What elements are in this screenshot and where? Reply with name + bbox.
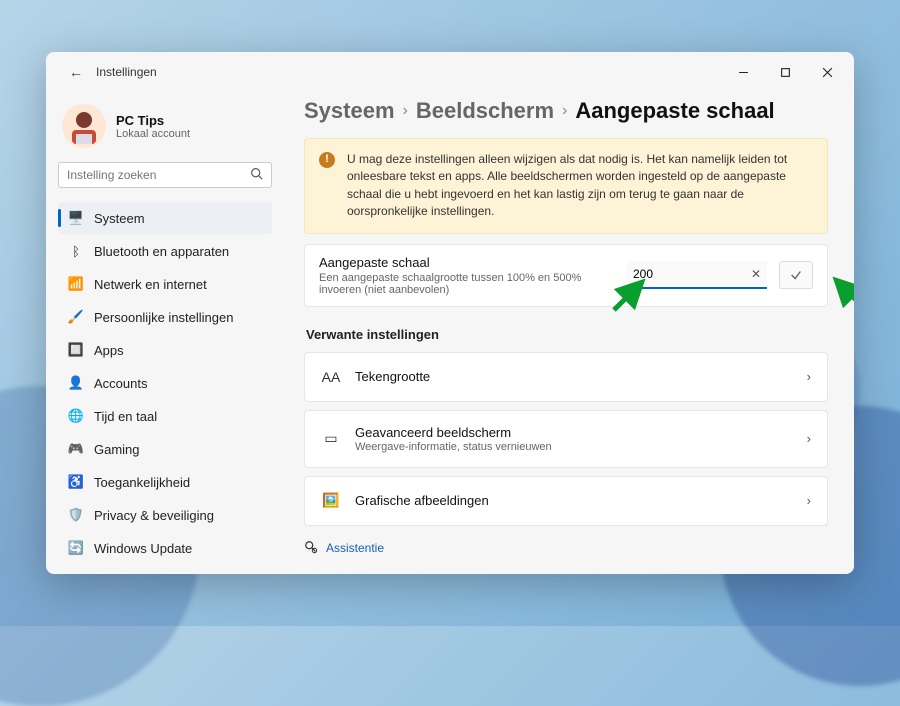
row-title: Tekengrootte (355, 369, 430, 384)
nav-item-10[interactable]: 🔄 Windows Update (58, 532, 272, 564)
clear-icon[interactable]: ✕ (751, 267, 761, 281)
window-title: Instellingen (96, 65, 157, 79)
nav-icon: ᛒ (68, 243, 84, 259)
nav-label: Netwerk en internet (94, 277, 207, 292)
minimize-button[interactable] (722, 56, 764, 88)
nav-icon: 🖥️ (68, 210, 84, 226)
scale-input[interactable] (627, 261, 767, 289)
row-title: Grafische afbeeldingen (355, 493, 489, 508)
chevron-right-icon: › (562, 102, 567, 120)
custom-scale-card: Aangepaste schaal Een aangepaste schaalg… (304, 244, 828, 307)
nav-icon: 🎮 (68, 441, 84, 457)
help-label: Assistentie (326, 541, 384, 555)
nav-item-3[interactable]: 🖌️ Persoonlijke instellingen (58, 301, 272, 333)
warning-text: U mag deze instellingen alleen wijzigen … (347, 151, 813, 221)
confirm-button[interactable] (779, 261, 813, 289)
chevron-right-icon: › (807, 369, 811, 384)
nav-icon: 🔲 (68, 342, 84, 358)
help-link[interactable]: Assistentie (304, 540, 828, 557)
row-title: Geavanceerd beeldscherm (355, 425, 552, 440)
nav-item-1[interactable]: ᛒ Bluetooth en apparaten (58, 235, 272, 267)
profile-name: PC Tips (116, 113, 190, 128)
nav-list: 🖥️ Systeem ᛒ Bluetooth en apparaten 📶 Netwerk… (58, 202, 272, 564)
row-icon: ▭ (321, 429, 341, 449)
search-input[interactable] (67, 168, 250, 182)
nav-item-2[interactable]: 📶 Netwerk en internet (58, 268, 272, 300)
profile-subtitle: Lokaal account (116, 128, 190, 140)
sidebar: PC Tips Lokaal account 🖥️ Systeem ᛒ Bluetoo… (46, 92, 284, 574)
related-row-0[interactable]: AA Tekengrootte › (304, 352, 828, 402)
nav-item-0[interactable]: 🖥️ Systeem (58, 202, 272, 234)
nav-label: Systeem (94, 211, 145, 226)
breadcrumb: Systeem › Beeldscherm › Aangepaste schaa… (304, 98, 828, 124)
search-box[interactable] (58, 162, 272, 188)
nav-item-9[interactable]: 🛡️ Privacy & beveiliging (58, 499, 272, 531)
nav-label: Accounts (94, 376, 147, 391)
help-icon (304, 540, 318, 557)
nav-label: Windows Update (94, 541, 192, 556)
crumb-current: Aangepaste schaal (575, 98, 774, 124)
chevron-right-icon: › (807, 493, 811, 508)
nav-label: Privacy & beveiliging (94, 508, 214, 523)
nav-icon: 📶 (68, 276, 84, 292)
nav-item-6[interactable]: 🌐 Tijd en taal (58, 400, 272, 432)
crumb-beeldscherm[interactable]: Beeldscherm (416, 98, 554, 124)
chevron-right-icon: › (403, 102, 408, 120)
scale-desc: Een aangepaste schaalgrootte tussen 100%… (319, 272, 599, 296)
nav-item-4[interactable]: 🔲 Apps (58, 334, 272, 366)
maximize-button[interactable] (764, 56, 806, 88)
chevron-right-icon: › (807, 431, 811, 446)
nav-label: Apps (94, 343, 124, 358)
nav-icon: ♿ (68, 474, 84, 490)
related-row-1[interactable]: ▭ Geavanceerd beeldschermWeergave-informa… (304, 410, 828, 468)
warning-banner: ! U mag deze instellingen alleen wijzige… (304, 138, 828, 234)
nav-icon: 🖌️ (68, 309, 84, 325)
nav-label: Toegankelijkheid (94, 475, 190, 490)
row-desc: Weergave-informatie, status vernieuwen (355, 441, 552, 453)
related-row-2[interactable]: 🖼️ Grafische afbeeldingen › (304, 476, 828, 526)
nav-icon: 🛡️ (68, 507, 84, 523)
nav-label: Persoonlijke instellingen (94, 310, 233, 325)
nav-icon: 🌐 (68, 408, 84, 424)
nav-icon: 👤 (68, 375, 84, 391)
close-button[interactable] (806, 56, 848, 88)
warning-icon: ! (319, 152, 335, 168)
crumb-systeem[interactable]: Systeem (304, 98, 395, 124)
profile-block[interactable]: PC Tips Lokaal account (58, 98, 272, 158)
nav-label: Gaming (94, 442, 140, 457)
nav-item-5[interactable]: 👤 Accounts (58, 367, 272, 399)
nav-item-7[interactable]: 🎮 Gaming (58, 433, 272, 465)
titlebar: ← Instellingen (46, 52, 854, 92)
nav-label: Bluetooth en apparaten (94, 244, 229, 259)
search-icon (250, 167, 263, 183)
row-icon: AA (321, 367, 341, 387)
row-icon: 🖼️ (321, 491, 341, 511)
settings-window: ← Instellingen PC Tips Lokaal account (46, 52, 854, 574)
back-button[interactable]: ← (64, 64, 88, 80)
nav-icon: 🔄 (68, 540, 84, 556)
nav-item-8[interactable]: ♿ Toegankelijkheid (58, 466, 272, 498)
scale-title: Aangepaste schaal (319, 255, 615, 270)
nav-label: Tijd en taal (94, 409, 157, 424)
avatar (62, 104, 106, 148)
main-pane: Systeem › Beeldscherm › Aangepaste schaa… (284, 92, 854, 574)
related-heading: Verwante instellingen (306, 327, 828, 342)
